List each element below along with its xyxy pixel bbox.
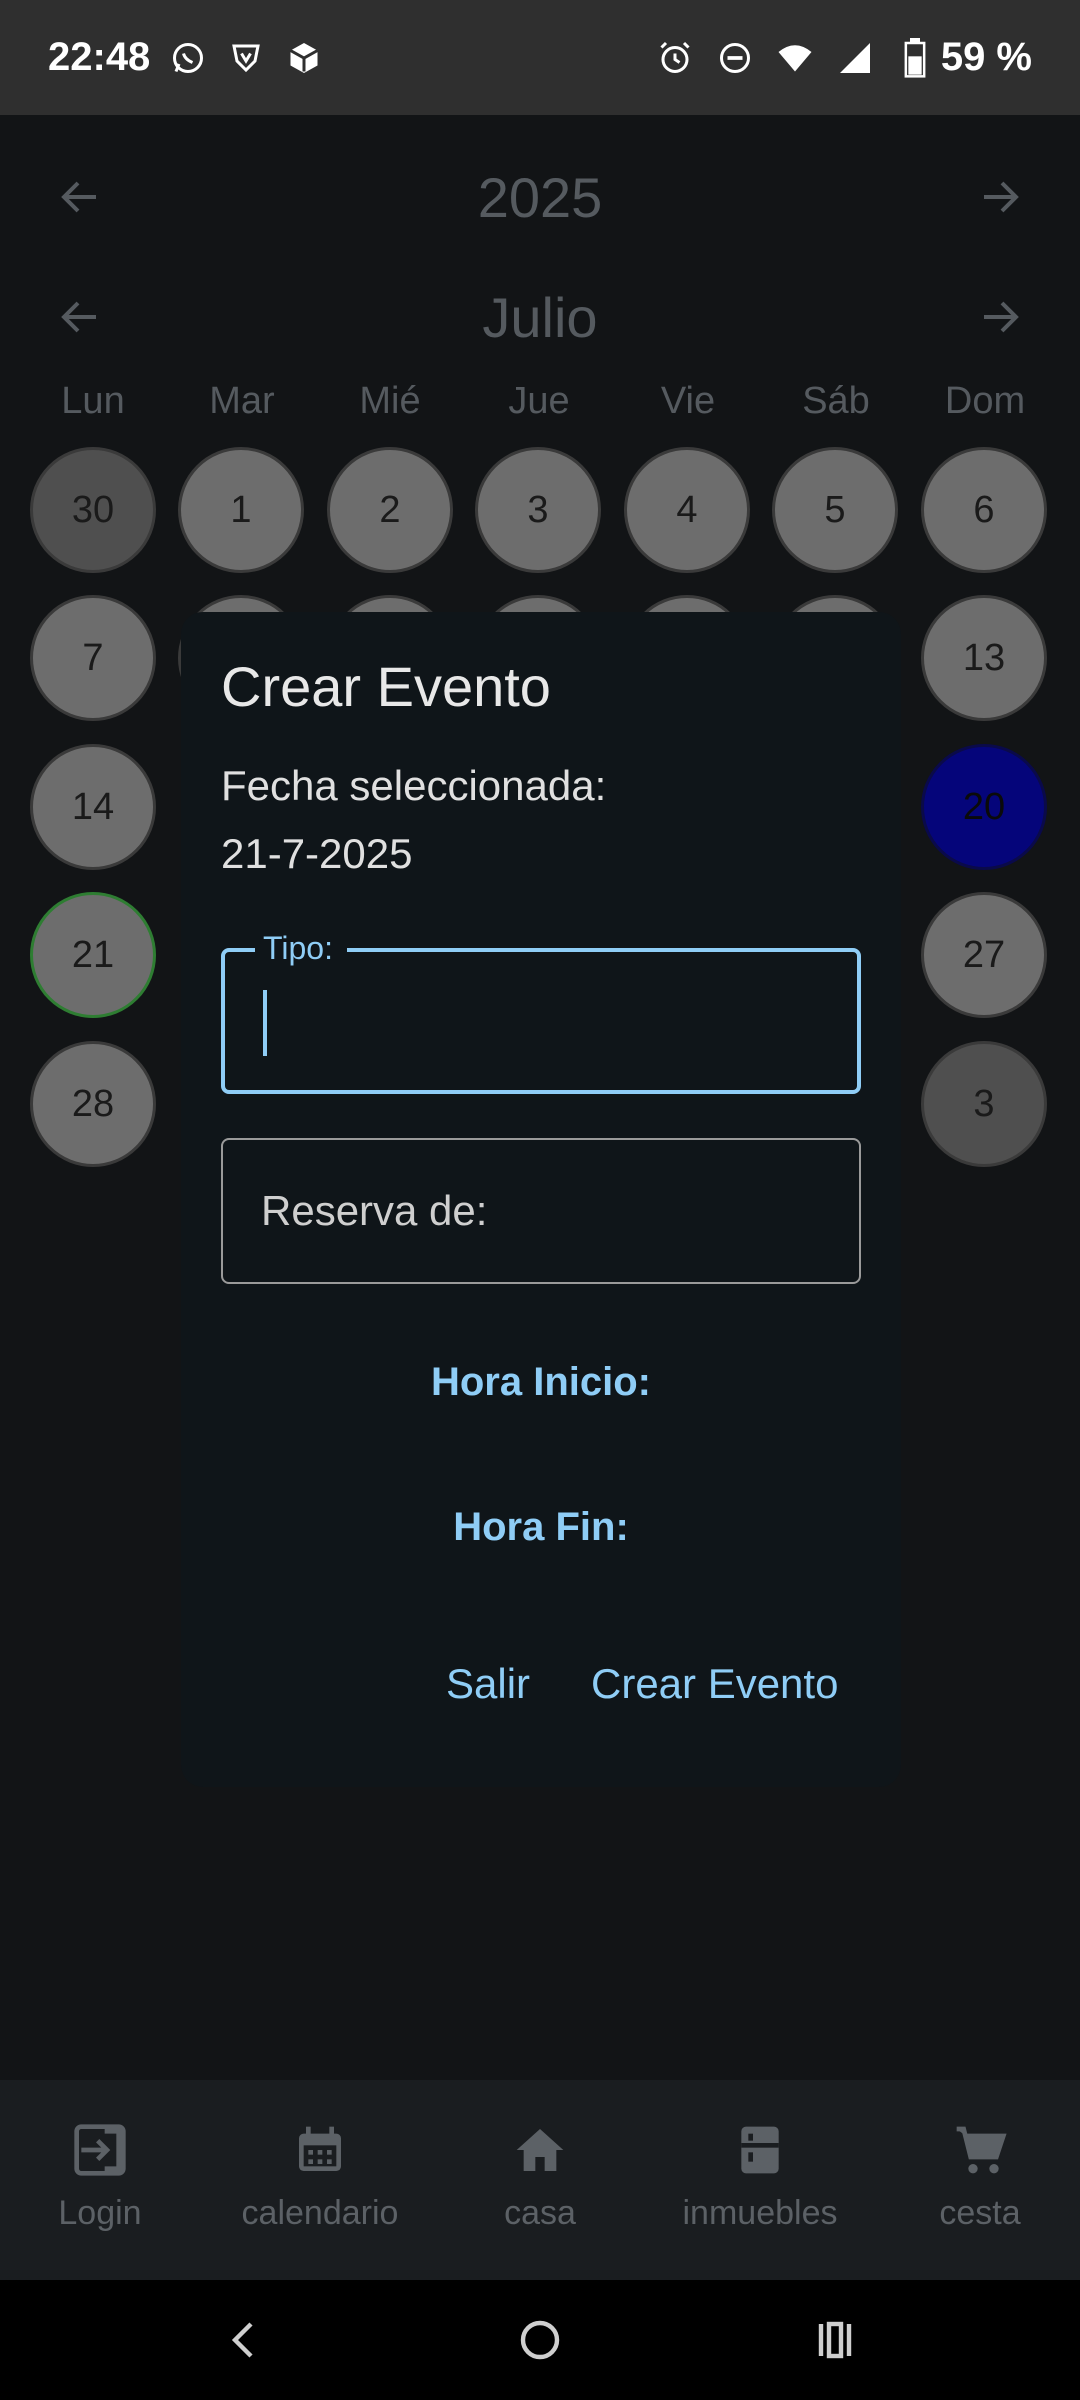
day-cell[interactable]: 4 [624,447,750,573]
nav-item-inmuebles[interactable]: inmuebles [660,2080,860,2280]
nav-label: inmuebles [682,2194,838,2232]
reserva-field[interactable]: Reserva de: [221,1138,861,1284]
tipo-field[interactable]: Tipo: [221,930,861,1094]
create-event-dialog: Crear Evento Fecha seleccionada: 21-7-20… [181,612,901,1787]
next-year-arrow-icon[interactable] [970,167,1030,227]
day-cell-selected[interactable]: 20 [921,744,1047,870]
back-icon[interactable] [215,2310,275,2370]
cart-icon [950,2120,1010,2180]
nav-item-calendario[interactable]: calendario [220,2080,420,2280]
day-cell[interactable]: 7 [30,595,156,721]
cabinet-icon [730,2120,790,2180]
day-cell[interactable]: 14 [30,744,156,870]
day-cell[interactable]: 28 [30,1041,156,1167]
dialog-title: Crear Evento [221,655,551,718]
signal-icon [835,38,875,78]
day-cell[interactable]: 27 [921,892,1047,1018]
weekday-wed: Mié [359,380,421,422]
weekday-thu: Jue [508,380,570,422]
weekday-fri: Vie [660,380,716,422]
status-bar: 22:48 59 % [0,0,1080,115]
do-not-disturb-icon [715,38,755,78]
tipo-label: Tipo: [255,930,347,967]
wifi-icon [775,38,815,78]
nav-item-cesta[interactable]: cesta [880,2080,1080,2280]
day-cell[interactable]: 13 [921,595,1047,721]
month-label: Julio [482,285,598,349]
nav-label: calendario [241,2194,399,2232]
selected-date-caption: Fecha seleccionada: [221,762,607,809]
status-time: 22:48 [48,35,151,79]
nav-label: casa [504,2194,576,2232]
month-nav: Julio [0,277,1080,357]
shield-icon [226,38,266,78]
calendar-icon [290,2120,350,2180]
nav-item-casa[interactable]: casa [440,2080,640,2280]
day-cell[interactable]: 30 [30,447,156,573]
prev-year-arrow-icon[interactable] [50,167,110,227]
home-button-icon[interactable] [510,2310,570,2370]
weekday-sat: Sáb [802,380,870,422]
day-cell[interactable]: 5 [772,447,898,573]
next-month-arrow-icon[interactable] [970,287,1030,347]
create-event-button[interactable]: Crear Evento [591,1660,838,1708]
selected-date-value: 21-7-2025 [221,830,413,877]
whatsapp-icon [168,38,208,78]
bottom-navigation: Login calendario casa inmuebles cesta [0,2080,1080,2280]
selected-date-label: Fecha seleccionada: 21-7-2025 [221,752,606,888]
hora-fin-button[interactable]: Hora Fin: [181,1505,901,1550]
day-cell-today[interactable]: 21 [30,892,156,1018]
prev-month-arrow-icon[interactable] [50,287,110,347]
cancel-button[interactable]: Salir [446,1660,530,1708]
weekday-mon: Lun [61,380,125,422]
year-nav: 2025 [0,157,1080,237]
day-cell[interactable]: 6 [921,447,1047,573]
login-icon [70,2120,130,2180]
recents-icon[interactable] [805,2310,865,2370]
text-cursor [263,990,267,1056]
weekday-sun: Dom [944,380,1026,422]
day-cell[interactable]: 1 [178,447,304,573]
nav-label: cesta [939,2194,1021,2232]
nav-label: Login [58,2194,142,2232]
hora-inicio-button[interactable]: Hora Inicio: [181,1360,901,1405]
cube-icon [284,38,324,78]
day-cell[interactable]: 3 [921,1041,1047,1167]
year-label: 2025 [477,165,603,229]
battery-level: 59 % [940,35,1032,79]
nav-item-login[interactable]: Login [0,2080,200,2280]
weekday-tue: Mar [209,380,275,422]
day-cell[interactable]: 3 [475,447,601,573]
home-icon [510,2120,570,2180]
reserva-placeholder: Reserva de: [261,1187,488,1234]
battery-icon [895,37,935,78]
system-navigation-bar [0,2280,1080,2400]
alarm-icon [655,38,695,78]
day-cell[interactable]: 2 [327,447,453,573]
